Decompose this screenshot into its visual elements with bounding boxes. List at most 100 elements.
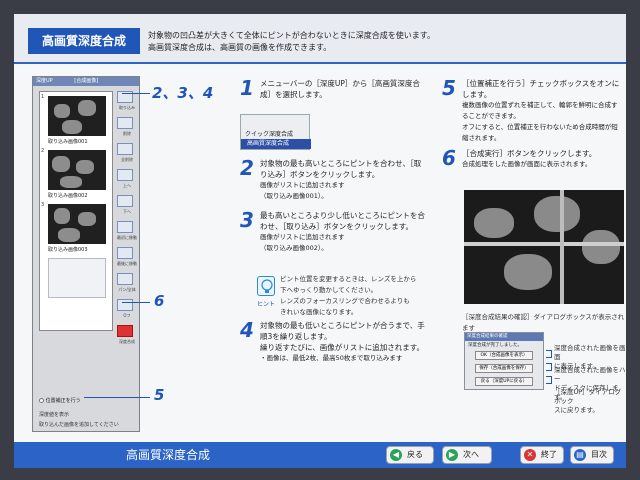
move-first-button[interactable]: 最初に移動 [117,221,137,240]
window-titlebar: 深度UP [合成画像] [33,77,139,86]
dialog-caption: ［深度合成結果の確認］ダイアログボックスが表示されます [462,313,625,332]
hint-text: ピント位置を変更するときは、レンズを上から 下へゆっくり動かしてください。 レン… [280,274,416,318]
thumbnail-label: 取り込み画像003 [48,247,88,253]
tool-label: パン/全体 [118,287,136,292]
header: 高画質深度合成 対象物の凹凸差が大きくて全体にピントが合わないときに深度合成を使… [14,14,626,64]
thumbnail-label: 取り込み画像001 [48,139,88,145]
step-number: 3 [240,208,254,232]
step-number: 2 [240,156,254,180]
move-down-button[interactable]: 下へ [117,195,133,214]
thumbnail-label: 取り込み画像002 [48,193,88,199]
step-line: 成］を選択します。 [260,90,327,99]
row-number: 3 [41,202,45,208]
pan-button[interactable]: パン/全体 [117,273,136,292]
row-number: 2 [41,148,45,154]
step-line: メニューバーの［深度UP］から［高画質深度合 [260,79,420,88]
thumbnail-image[interactable] [48,96,106,136]
step-3-text: 最も高いところより少し低いところにピントを合 わせ、［取り込み］ボタンをクリック… [260,210,425,254]
dialog-message: 深度合成が完了しました。 [468,343,522,348]
hint-line: レンズのフォーカスリングで合わせるよりも [280,297,410,305]
menu-item-quick[interactable]: クイック深度合成 [245,129,293,138]
back-label: 戻る [407,450,423,459]
menu-item-high-quality[interactable]: 高画質深度合成 [241,139,311,149]
step-line: ［合成実行］ボタンをクリックします。 [462,149,597,158]
step-note: （取り込み画像002）。 [260,244,328,252]
step-number: 4 [240,318,254,342]
back-button[interactable]: ◀ 戻る [386,446,434,464]
align-checkbox[interactable] [39,398,44,403]
toc-button[interactable]: ▤ 目次 [570,446,614,464]
footer-bar: 高画質深度合成 ◀ 戻る ▶ 次へ ✕ 終了 ▤ 目次 [14,442,626,468]
step-line: わせ、［取り込み］ボタンをクリックします。 [260,222,413,231]
step-note: （取り込み画像001）。 [260,192,328,200]
exit-button[interactable]: ✕ 終了 [520,446,564,464]
row-number: 1 [41,94,45,100]
align-checkbox-row[interactable]: 位置補正を行う [39,397,81,404]
next-button[interactable]: ▶ 次へ [442,446,492,464]
step-note: オフにすると、位置補正を行わないため合成時間が短 [462,123,618,131]
hint-line: 下へゆっくり動かしてください。 [280,286,378,294]
step-note: 画像がリストに追加されます [260,181,345,189]
callout-line [122,93,150,94]
step-note: ることができます。 [462,112,520,120]
description-line: 高画質深度合成は、高画質の画像を作成できます。 [148,43,332,52]
bracket [546,350,552,358]
toolbar: 取り込み 削除 全削除 上へ 下へ 最初に移動 最後に移動 パン/全体 Oフ 深… [117,91,137,351]
book-icon: ▤ [574,449,586,461]
step-number: 5 [442,76,456,100]
page-title: 高画質深度合成 [28,28,140,54]
dialog-title: 深度合成結果の確認 [465,333,543,341]
compose-button[interactable]: 深度合成 [117,325,135,344]
callout-6: 6 [154,292,165,310]
tool-label: 最後に移動 [117,261,137,266]
step-number: 1 [240,76,254,100]
hint-label: ヒント [257,301,276,308]
dialog-back-button[interactable]: 戻る（深度UPに戻る） [475,377,533,386]
tool-label: Oフ [123,313,131,318]
status-text: 深度値を表示 [39,412,70,418]
status-text: 取り込んだ画像を追加してください [39,422,119,428]
step-line: 順3を繰り返します。 [260,332,332,341]
tool-label: 深度合成 [119,339,135,344]
step-number: 6 [442,146,456,170]
step-note: ・画像は、最低2枚、最高50枚まで取り込みます [260,354,403,362]
step-note: 縮されます。 [462,134,501,142]
off-button[interactable]: Oフ [117,299,133,318]
step-5-text: ［位置補正を行う］チェックボックスをオンにします。 複数画像の位置ずれを補正して… [462,78,626,144]
note-line: 深度合成された画像を画面 [554,344,626,361]
image-list[interactable]: 1 取り込み画像001 2 取り込み画像002 3 取り込み画像003 [39,91,113,331]
help-screen: 高画質深度合成 対象物の凹凸差が大きくて全体にピントが合わないときに深度合成を使… [14,14,626,468]
thumbnail-image[interactable] [48,204,106,244]
step-line: り込み］ボタンをクリックします。 [260,170,380,179]
bracket [546,376,552,384]
dialog-ok-button[interactable]: OK（合成画像を表示） [475,351,533,360]
note-line: スに戻ります。 [554,406,599,414]
empty-slot [48,258,106,298]
step-line: 繰り返すたびに、画像がリストに追加されます。 [260,343,425,352]
dialog-save-button[interactable]: 保存（合成画像を保存） [475,364,533,373]
step-1-text: メニューバーの［深度UP］から［高画質深度合 成］を選択します。 [260,78,420,100]
next-label: 次へ [463,450,479,459]
depth-up-window: 深度UP [合成画像] 1 取り込み画像001 2 取り込み画像002 3 取り… [32,76,140,432]
move-last-button[interactable]: 最後に移動 [117,247,137,266]
arrow-left-icon: ◀ [390,449,402,461]
arrow-right-icon: ▶ [446,449,458,461]
description-line: 対象物の凹凸差が大きくて全体にピントが合わないときに深度合成を使います。 [148,31,435,40]
close-icon: ✕ [524,449,536,461]
step-line: 最も高いところより少し低いところにピントを合 [260,211,425,220]
tool-label: 削除 [123,131,131,136]
tool-label: 取り込み [119,105,135,110]
tool-label: 全削除 [121,157,133,162]
thumbnail-image[interactable] [48,150,106,190]
step-line: 対象物の最も低いところにピントが合うまで、手 [260,321,425,330]
move-up-button[interactable]: 上へ [117,169,133,188]
delete-all-button[interactable]: 全削除 [117,143,133,162]
hint-line: ピント位置を変更するときは、レンズを上から [280,275,417,283]
delete-button[interactable]: 削除 [117,117,133,136]
exit-label: 終了 [541,450,557,459]
bracket [546,363,552,371]
note-back: ［深度UP］ダイアログボック スに戻ります。 [554,388,626,415]
note-line: 深度合成された画像をハー [554,366,626,383]
step-note: 複数画像の位置ずれを補正して、輪郭を鮮明に合成す [462,101,618,109]
menu-screenshot: クイック深度合成 高画質深度合成 [240,114,311,150]
